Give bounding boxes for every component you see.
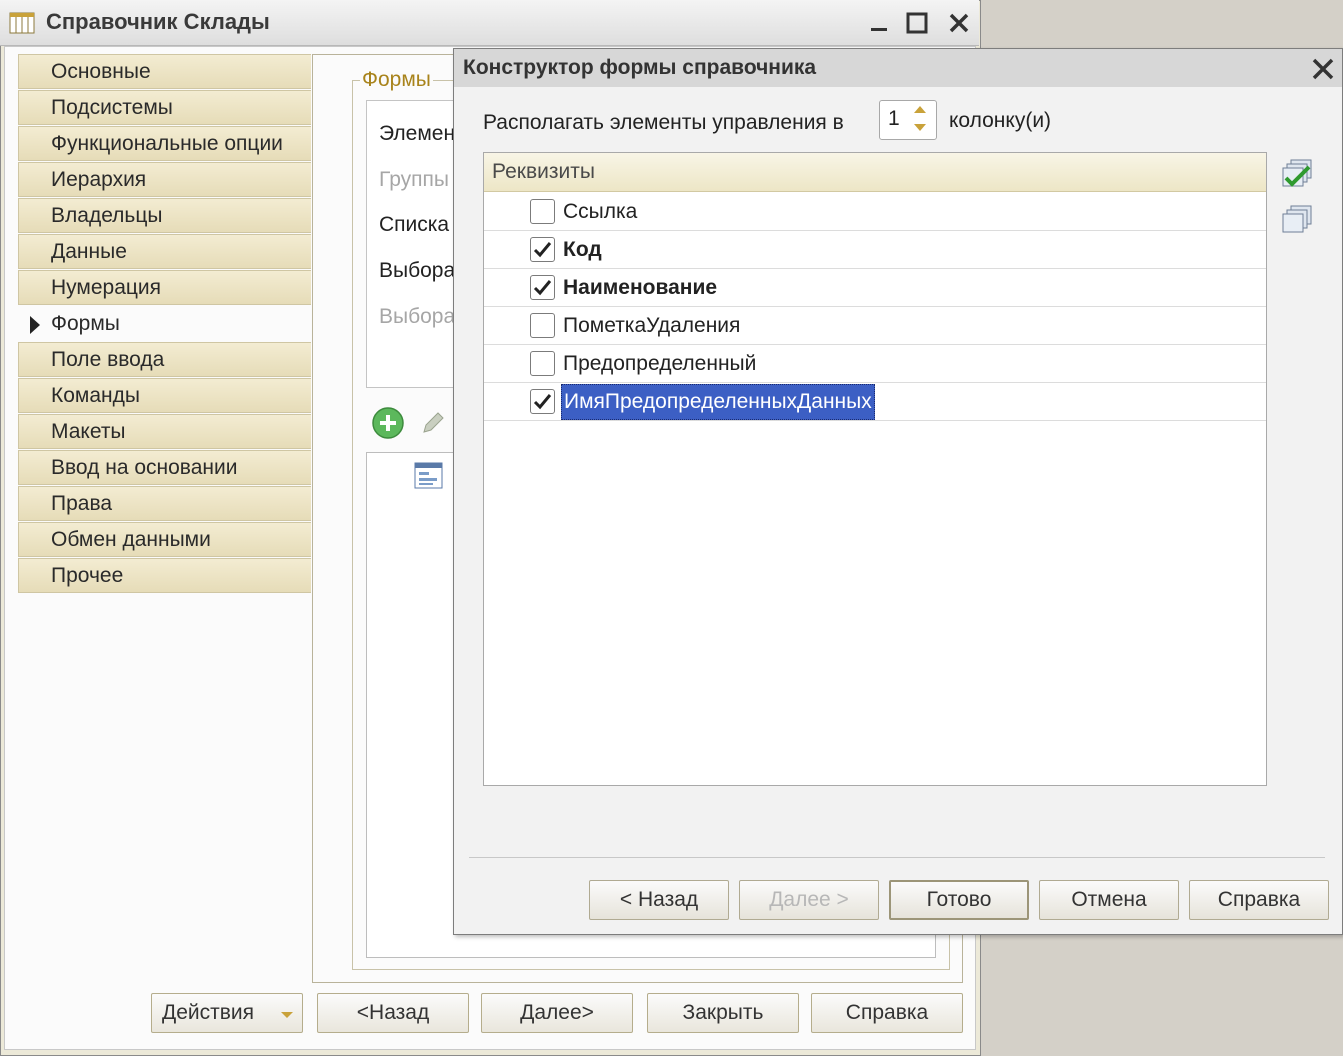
nav-item-numbering[interactable]: Нумерация bbox=[18, 270, 311, 305]
checkbox[interactable] bbox=[530, 313, 555, 338]
add-icon[interactable] bbox=[371, 406, 405, 440]
checkbox-checked[interactable] bbox=[530, 237, 555, 262]
nav-item-owners[interactable]: Владельцы bbox=[18, 198, 311, 233]
checkbox[interactable] bbox=[530, 351, 555, 376]
forms-group-legend: Формы bbox=[360, 68, 433, 92]
requisite-label: Ссылка bbox=[563, 200, 638, 223]
checkbox-checked[interactable] bbox=[530, 275, 555, 300]
columns-label: Располагать элементы управления в bbox=[483, 111, 844, 134]
maximize-icon bbox=[906, 12, 928, 34]
nav-item-other[interactable]: Прочее bbox=[18, 558, 311, 593]
form-row-list[interactable]: Списка bbox=[379, 213, 449, 237]
checkmark-icon bbox=[533, 394, 552, 410]
nav-item-subsystems[interactable]: Подсистемы bbox=[18, 90, 311, 125]
nav-item-based-on[interactable]: Ввод на основании bbox=[18, 450, 311, 485]
checkbox-checked[interactable] bbox=[530, 389, 555, 414]
dialog-back-button[interactable]: < Назад bbox=[589, 880, 729, 920]
next-button[interactable]: Далее> bbox=[481, 993, 633, 1033]
form-row-group[interactable]: Группы bbox=[379, 168, 449, 192]
close-icon bbox=[949, 13, 969, 33]
requisite-label-selected: ИмяПредопределенныхДанных bbox=[561, 384, 875, 420]
spin-up-icon[interactable] bbox=[914, 106, 926, 113]
form-icon bbox=[414, 462, 443, 489]
actions-label: Действия bbox=[162, 1001, 255, 1024]
nav-item-rights[interactable]: Права bbox=[18, 486, 311, 521]
requisites-header bbox=[484, 153, 1266, 192]
minimize-button[interactable] bbox=[866, 10, 892, 36]
spin-down-icon[interactable] bbox=[914, 124, 926, 131]
requisite-label: ПометкаУдаления bbox=[563, 314, 741, 337]
checkbox[interactable] bbox=[530, 199, 555, 224]
actions-menu-button[interactable]: Действия bbox=[151, 993, 303, 1033]
nav-item-data-exchange[interactable]: Обмен данными bbox=[18, 522, 311, 557]
checkmark-icon bbox=[533, 242, 552, 258]
nav-item-hierarchy[interactable]: Иерархия bbox=[18, 162, 311, 197]
nav-item-functional-options[interactable]: Функциональные опции bbox=[18, 126, 311, 161]
active-arrow-icon bbox=[30, 316, 40, 334]
dialog-close-icon[interactable] bbox=[1310, 56, 1336, 82]
requisite-label: Код bbox=[563, 238, 602, 261]
done-button[interactable]: Готово bbox=[889, 880, 1029, 920]
requisite-label: Предопределенный bbox=[563, 352, 757, 375]
form-row-choice[interactable]: Выбора bbox=[379, 259, 455, 283]
nav-item-commands[interactable]: Команды bbox=[18, 378, 311, 413]
checkmark-icon bbox=[533, 280, 552, 296]
edit-icon[interactable] bbox=[418, 408, 448, 438]
dialog-title: Конструктор формы справочника bbox=[463, 56, 817, 79]
requisite-label: Наименование bbox=[563, 276, 718, 299]
maximize-button[interactable] bbox=[904, 10, 930, 36]
close-window-button[interactable]: Закрыть bbox=[647, 993, 799, 1033]
check-all-icon[interactable] bbox=[1281, 158, 1315, 192]
nav-item-data[interactable]: Данные bbox=[18, 234, 311, 269]
columns-suffix-label: колонку(и) bbox=[949, 109, 1052, 132]
cancel-button[interactable]: Отмена bbox=[1039, 880, 1179, 920]
minimize-icon bbox=[871, 28, 887, 31]
dialog-separator bbox=[469, 857, 1325, 858]
dialog-next-button[interactable]: Далее > bbox=[739, 880, 879, 920]
requisites-header-label: Реквизиты bbox=[492, 160, 595, 183]
form-row-element[interactable]: Элемен bbox=[379, 122, 455, 146]
back-button[interactable]: <Назад bbox=[317, 993, 469, 1033]
nav-item-basic[interactable]: Основные bbox=[18, 54, 311, 89]
dialog-help-button[interactable]: Справка bbox=[1189, 880, 1329, 920]
nav-item-input-field[interactable]: Поле ввода bbox=[18, 342, 311, 377]
help-button[interactable]: Справка bbox=[811, 993, 963, 1033]
nav-item-forms[interactable]: Формы bbox=[18, 306, 311, 341]
nav-item-templates[interactable]: Макеты bbox=[18, 414, 311, 449]
catalog-icon bbox=[9, 12, 35, 34]
uncheck-all-icon[interactable] bbox=[1281, 204, 1315, 238]
close-button[interactable] bbox=[946, 10, 972, 36]
columns-count-value[interactable]: 1 bbox=[888, 107, 904, 131]
form-row-group-choice[interactable]: Выбора bbox=[379, 305, 455, 329]
window-title: Справочник Склады bbox=[46, 9, 270, 34]
dropdown-arrow-icon bbox=[281, 1012, 293, 1018]
